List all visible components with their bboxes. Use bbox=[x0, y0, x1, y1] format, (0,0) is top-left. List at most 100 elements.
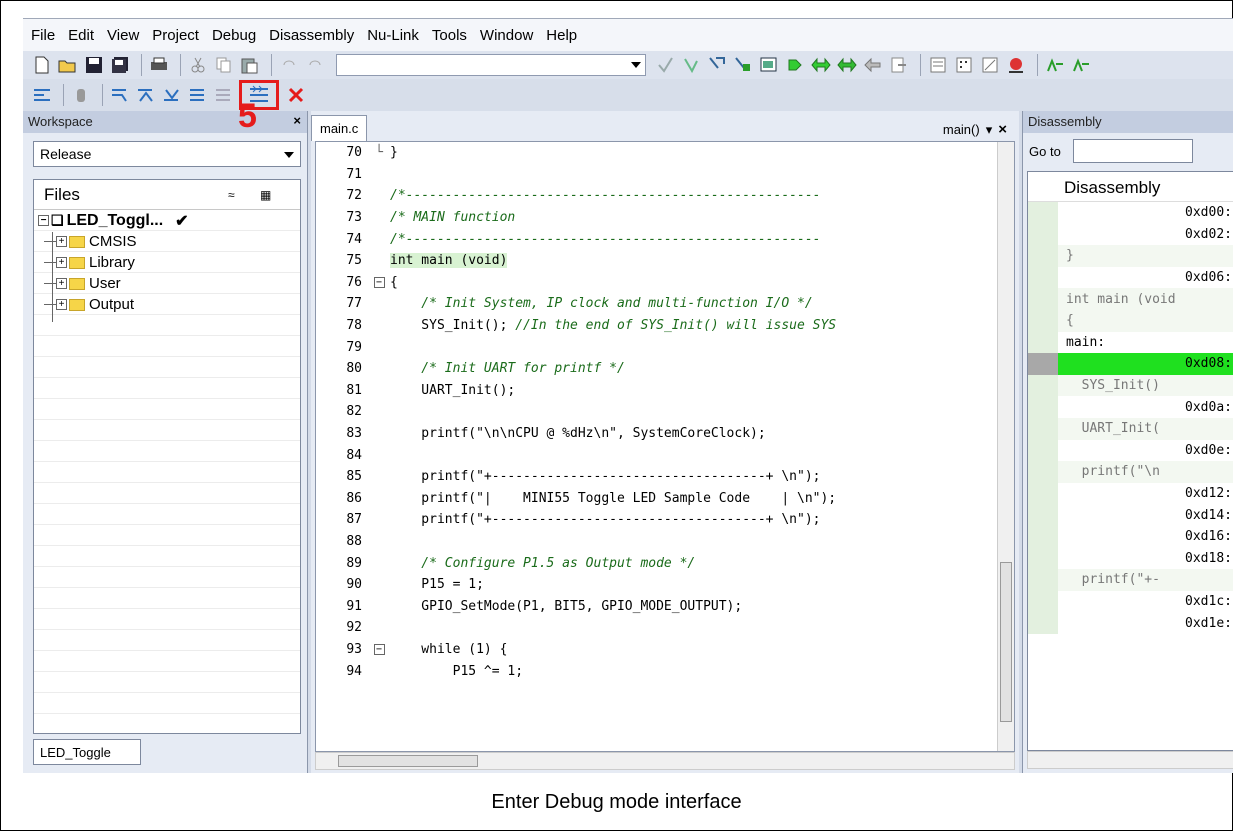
run-to-cursor-icon[interactable] bbox=[187, 84, 209, 106]
window-icon[interactable] bbox=[758, 54, 780, 76]
code-line[interactable]: 86 printf("| MINI55 Toggle LED Sample Co… bbox=[316, 488, 1014, 510]
scroll-thumb[interactable] bbox=[338, 755, 478, 767]
disassembly-row[interactable]: 0xd14: bbox=[1028, 504, 1233, 526]
menu-file[interactable]: File bbox=[31, 27, 55, 44]
save-icon[interactable] bbox=[83, 54, 105, 76]
disassembly-row[interactable]: printf("+- bbox=[1028, 569, 1233, 591]
disassembly-row[interactable]: 0xd1c: bbox=[1028, 590, 1233, 613]
code-line[interactable]: 71 bbox=[316, 164, 1014, 186]
horizontal-scrollbar[interactable] bbox=[1027, 751, 1233, 769]
menu-nu-link[interactable]: Nu-Link bbox=[367, 27, 419, 44]
fold-gutter[interactable]: − bbox=[368, 643, 390, 655]
code-line[interactable]: 80 /* Init UART for printf */ bbox=[316, 358, 1014, 380]
code-line[interactable]: 88 bbox=[316, 531, 1014, 553]
vertical-scrollbar[interactable] bbox=[997, 142, 1014, 751]
paste-icon[interactable] bbox=[239, 54, 261, 76]
disassembly-row[interactable]: 0xd0a: bbox=[1028, 396, 1233, 418]
disassembly-row[interactable]: 0xd18: bbox=[1028, 547, 1233, 570]
goto-input[interactable] bbox=[1072, 139, 1193, 163]
options-icon[interactable]: ▦ bbox=[260, 188, 271, 202]
chevron-down-icon[interactable] bbox=[631, 62, 641, 68]
open-folder-icon[interactable] bbox=[57, 54, 79, 76]
chevron-down-icon[interactable] bbox=[284, 152, 294, 158]
bookmark-clear-icon[interactable] bbox=[732, 54, 754, 76]
tree-item-library[interactable]: + Library bbox=[34, 252, 300, 273]
redo-icon[interactable] bbox=[304, 54, 326, 76]
expand-icon[interactable]: + bbox=[56, 257, 67, 268]
code-line[interactable]: 87 printf("+----------------------------… bbox=[316, 509, 1014, 531]
horizontal-scrollbar[interactable] bbox=[315, 752, 1015, 770]
code-line[interactable]: 76−{ bbox=[316, 272, 1014, 294]
tab-main-c[interactable]: main.c bbox=[311, 115, 368, 141]
code-line[interactable]: 82 bbox=[316, 401, 1014, 423]
stop-hand-icon[interactable] bbox=[70, 84, 92, 106]
step-over-icon[interactable] bbox=[1044, 54, 1066, 76]
memory-icon[interactable] bbox=[927, 54, 949, 76]
step-over-debug-icon[interactable] bbox=[135, 84, 157, 106]
breakpoint-icon[interactable] bbox=[1005, 54, 1027, 76]
code-line[interactable]: 91 GPIO_SetMode(P1, BIT5, GPIO_MODE_OUTP… bbox=[316, 595, 1014, 617]
code-area[interactable]: 70 └} 71 72 /*------------------------------… bbox=[315, 141, 1015, 752]
run-to-cursor-disabled-icon[interactable] bbox=[213, 84, 235, 106]
menu-disassembly[interactable]: Disassembly bbox=[269, 27, 354, 44]
disassembly-row[interactable]: 0xd12: bbox=[1028, 482, 1233, 505]
registers-icon[interactable] bbox=[979, 54, 1001, 76]
collapse-icon[interactable]: − bbox=[38, 215, 49, 226]
code-line[interactable]: 81 UART_Init(); bbox=[316, 380, 1014, 402]
disassembly-row[interactable]: 0xd1e: bbox=[1028, 612, 1233, 634]
expand-icon[interactable]: + bbox=[56, 299, 67, 310]
close-debug-icon[interactable] bbox=[285, 84, 307, 106]
arrow-right-icon[interactable] bbox=[836, 54, 858, 76]
reset-icon[interactable] bbox=[31, 84, 53, 106]
menu-tools[interactable]: Tools bbox=[432, 27, 467, 44]
disassembly-row[interactable]: printf("\n bbox=[1028, 461, 1233, 483]
code-line[interactable]: 84 bbox=[316, 444, 1014, 466]
new-file-icon[interactable] bbox=[31, 54, 53, 76]
disassembly-row[interactable]: 0xd08: bbox=[1028, 353, 1233, 375]
code-line[interactable]: 77 /* Init System, IP clock and multi-fu… bbox=[316, 293, 1014, 315]
bookmark-next-icon[interactable] bbox=[680, 54, 702, 76]
menu-project[interactable]: Project bbox=[152, 27, 199, 44]
step-out-debug-icon[interactable] bbox=[161, 84, 183, 106]
undo-icon[interactable] bbox=[278, 54, 300, 76]
disassembly-row[interactable]: 0xd00: bbox=[1028, 202, 1233, 224]
bookmark-add-icon[interactable] bbox=[706, 54, 728, 76]
find-combobox[interactable] bbox=[336, 54, 646, 76]
code-line[interactable]: 75 int main (void) bbox=[316, 250, 1014, 272]
expand-icon[interactable]: + bbox=[56, 236, 67, 247]
close-icon[interactable]: × bbox=[293, 113, 301, 128]
code-line[interactable]: 94 P15 ^= 1; bbox=[316, 660, 1014, 682]
arrow-both-icon[interactable] bbox=[810, 54, 832, 76]
disassembly-row[interactable]: 0xd02: bbox=[1028, 223, 1233, 246]
menu-help[interactable]: Help bbox=[546, 27, 577, 44]
disassembly-list[interactable]: Disassembly 0xd00: 0xd02:} 0xd06: int main … bbox=[1027, 171, 1233, 751]
save-all-icon[interactable] bbox=[109, 54, 131, 76]
print-icon[interactable] bbox=[148, 54, 170, 76]
disassembly-row[interactable]: } bbox=[1028, 245, 1233, 267]
copy-icon[interactable] bbox=[213, 54, 235, 76]
collapse-icon[interactable]: − bbox=[373, 276, 385, 288]
code-line[interactable]: 70 └} bbox=[316, 142, 1014, 164]
step-out-icon[interactable] bbox=[1070, 54, 1092, 76]
disassembly-row[interactable]: SYS_Init() bbox=[1028, 374, 1233, 397]
code-line[interactable]: 85 printf("+----------------------------… bbox=[316, 466, 1014, 488]
step-into-icon[interactable] bbox=[109, 84, 131, 106]
menu-view[interactable]: View bbox=[107, 27, 139, 44]
disassembly-row[interactable]: 0xd16: bbox=[1028, 525, 1233, 548]
code-line[interactable]: 92 bbox=[316, 617, 1014, 639]
run-icon[interactable] bbox=[784, 54, 806, 76]
close-icon[interactable]: × bbox=[998, 121, 1007, 138]
disassembly-row[interactable]: 0xd06: bbox=[1028, 266, 1233, 289]
watch-icon[interactable] bbox=[953, 54, 975, 76]
build-config-select[interactable]: Release bbox=[33, 141, 301, 167]
function-selector[interactable]: main() ▾ × bbox=[943, 121, 1007, 138]
tree-item-output[interactable]: + Output bbox=[34, 294, 300, 315]
tree-item-project[interactable]: − ❏ LED_Toggl... ✔ bbox=[34, 210, 300, 231]
arrow-left-icon[interactable] bbox=[862, 54, 884, 76]
tree-item-user[interactable]: + User bbox=[34, 273, 300, 294]
collapse-icon[interactable]: − bbox=[373, 643, 385, 655]
code-line[interactable]: 74 /*------------------------------------… bbox=[316, 228, 1014, 250]
disassembly-row[interactable]: 0xd0e: bbox=[1028, 439, 1233, 462]
code-line[interactable]: 90 P15 = 1; bbox=[316, 574, 1014, 596]
workspace-tab[interactable]: LED_Toggle bbox=[33, 739, 141, 765]
